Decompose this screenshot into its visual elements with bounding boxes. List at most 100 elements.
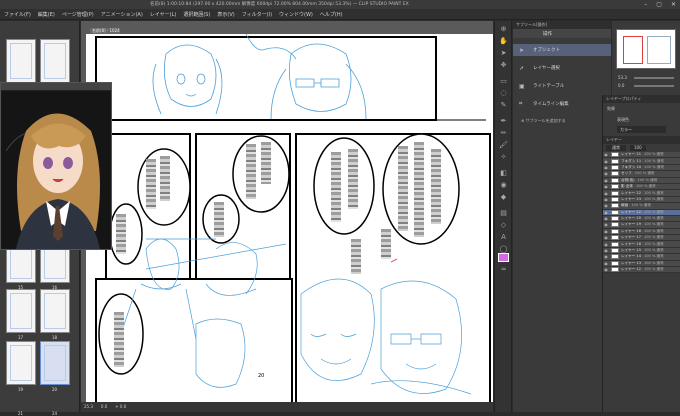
blend-mode-select[interactable]: 通常	[606, 145, 626, 151]
minimize-button[interactable]: –	[644, 0, 647, 9]
eye-icon[interactable]: ◉	[603, 242, 609, 247]
menu-file[interactable]: ファイル(F)	[4, 11, 31, 18]
page-thumbnail[interactable]	[6, 39, 36, 83]
eye-icon[interactable]: ◉	[603, 235, 609, 240]
layer-name: フキダシ 11	[621, 158, 642, 163]
subtool-header: サブツール[操作]	[513, 21, 611, 29]
layer-name: レイヤー 22	[621, 209, 641, 214]
zoom-readout[interactable]: 25.3	[84, 402, 93, 412]
subtool-tab[interactable]: 操作	[513, 29, 611, 38]
figure-tool-icon[interactable]: ◇	[499, 221, 508, 230]
eye-icon[interactable]: ◉	[603, 178, 609, 183]
page-thumbnail[interactable]	[6, 289, 36, 333]
eye-icon[interactable]: ◉	[603, 254, 609, 259]
eye-icon[interactable]: ◉	[603, 191, 609, 196]
eye-icon[interactable]: ◉	[603, 229, 609, 234]
layer-thumbnail	[611, 267, 619, 273]
color-swap-icon[interactable]: ≈	[499, 265, 508, 274]
menu-selection[interactable]: 選択範囲(S)	[183, 11, 210, 18]
navigator-zoom[interactable]: 53.3	[618, 75, 627, 80]
layer-name: レイヤー 14	[621, 254, 641, 259]
layer-mode: 100 % 通常	[643, 190, 664, 195]
layer-name: レイヤー 23	[621, 196, 641, 201]
subtool-object[interactable]: ➤ オブジェクト	[513, 44, 611, 56]
page-thumbnail[interactable]	[40, 289, 70, 333]
maximize-button[interactable]: ▢	[656, 0, 662, 9]
pixelated-text	[331, 152, 341, 222]
fill-tool-icon[interactable]: ◆	[499, 193, 508, 202]
layer-row[interactable]: ◉ レイヤー 12 100 % 通常	[603, 267, 680, 274]
menu-animation[interactable]: アニメーション(A)	[101, 11, 143, 18]
tool-palette: ⊕ ✋ ➤ ✥ ▭ ◌ ✎ ✒ ✏ 🖌 ✧ ◧ ◉ ◆ ▤ ◇ A ◯ ≈	[494, 21, 512, 412]
menu-page[interactable]: ページ管理(P)	[62, 11, 94, 18]
eye-icon[interactable]: ◉	[603, 197, 609, 202]
menu-edit[interactable]: 編集(E)	[38, 11, 55, 18]
menu-window[interactable]: ウィンドウ(W)	[279, 11, 313, 18]
eye-icon[interactable]: ◉	[603, 248, 609, 253]
layer-thumbnail	[611, 235, 619, 241]
main-color-swatch[interactable]	[498, 253, 509, 262]
cursor-icon: ➤	[519, 46, 525, 54]
manga-page-canvas[interactable]: 20	[86, 33, 493, 405]
subtool-layer-select[interactable]: ➚ レイヤー選択	[513, 62, 611, 74]
page-thumbnail[interactable]	[40, 39, 70, 83]
zoom-tool-icon[interactable]: ⊕	[499, 25, 508, 34]
page-thumbnail[interactable]	[6, 341, 36, 385]
opacity-field[interactable]: 100	[630, 145, 646, 151]
navigator-angle[interactable]: 0.0	[618, 83, 624, 88]
page-thumbnail-selected[interactable]	[40, 341, 70, 385]
eye-icon[interactable]: ◉	[603, 152, 609, 157]
gradient-tool-icon[interactable]: ▤	[499, 209, 508, 218]
pixelated-text	[160, 156, 170, 201]
eye-icon[interactable]: ◉	[603, 159, 609, 164]
eye-icon[interactable]: ◉	[603, 203, 609, 208]
eraser-icon[interactable]: ◧	[499, 169, 508, 178]
eye-icon[interactable]: ◉	[603, 184, 609, 189]
pen-tool-icon[interactable]: ✒	[499, 117, 508, 126]
layer-name: レイヤー 20	[621, 216, 641, 221]
layer-thumbnail	[611, 184, 619, 190]
eyedropper-icon[interactable]: ✎	[499, 101, 508, 110]
eye-icon[interactable]: ◉	[603, 165, 609, 170]
text-tool-icon[interactable]: A	[499, 233, 508, 242]
pixelated-text	[381, 229, 391, 259]
layer-name: 影 全体	[621, 184, 633, 189]
close-button[interactable]: ✕	[671, 0, 676, 9]
zoom-slider[interactable]	[634, 77, 674, 79]
selection-tool-icon[interactable]: ▭	[499, 77, 508, 86]
layer-mode: 100 % 通常	[643, 241, 664, 246]
eye-icon[interactable]: ◉	[603, 267, 609, 272]
menu-filter[interactable]: フィルター(I)	[242, 11, 272, 18]
eye-icon[interactable]: ◉	[603, 210, 609, 215]
layer-name: 台詞(仮)	[621, 177, 635, 182]
eye-icon[interactable]: ◉	[603, 222, 609, 227]
airbrush-icon[interactable]: ✧	[499, 153, 508, 162]
menu-layer[interactable]: レイヤー(L)	[150, 11, 177, 18]
layer-mode: 100 % 通常	[631, 203, 651, 208]
pencil-tool-icon[interactable]: ✏	[499, 129, 508, 138]
lasso-tool-icon[interactable]: ◌	[499, 89, 508, 98]
angle-readout[interactable]: 0.0	[101, 402, 107, 412]
menu-view[interactable]: 表示(V)	[217, 11, 234, 18]
eye-icon[interactable]: ◉	[603, 261, 609, 266]
hand-tool-icon[interactable]: ✋	[499, 37, 508, 46]
layer-thumbnail	[611, 254, 619, 260]
brush-tool-icon[interactable]: 🖌	[499, 141, 508, 150]
operation-tool-icon[interactable]: ➤	[499, 49, 508, 58]
layer-mode: 100 % 通常	[643, 152, 664, 157]
menu-help[interactable]: ヘルプ(H)	[320, 11, 343, 18]
subtool-light-table[interactable]: ▣ ライトテーブル	[513, 80, 611, 92]
color-mode-select[interactable]: カラー	[617, 126, 666, 133]
layer-thumbnail	[611, 222, 619, 228]
subtool-timeline[interactable]: ⌗ タイムライン編集	[513, 98, 611, 110]
move-layer-icon[interactable]: ✥	[499, 61, 508, 70]
blend-tool-icon[interactable]: ◉	[499, 181, 508, 190]
page-number-label: 18	[52, 335, 58, 340]
add-subtool-button[interactable]: ⊕ サブツールを追加する	[513, 118, 611, 124]
navigator-preview[interactable]	[616, 29, 676, 69]
layer-name: レイヤー 19	[621, 222, 641, 227]
eye-icon[interactable]: ◉	[603, 171, 609, 176]
navigator-viewport-frame[interactable]	[623, 36, 643, 64]
eye-icon[interactable]: ◉	[603, 216, 609, 221]
rotate-slider[interactable]	[634, 85, 674, 87]
